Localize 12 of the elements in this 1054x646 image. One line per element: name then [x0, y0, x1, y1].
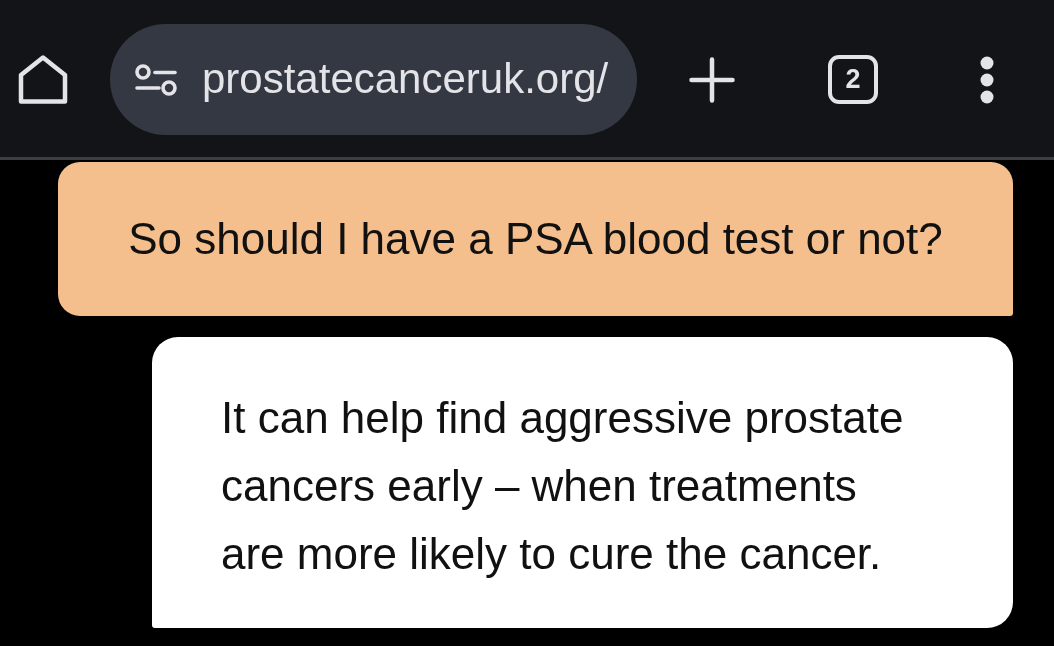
- new-tab-button[interactable]: [689, 56, 735, 103]
- address-field[interactable]: prostatecanceruk.org/: [110, 24, 637, 135]
- home-icon: [18, 55, 68, 104]
- tune-icon: [135, 63, 177, 96]
- message-text: It can help find aggressive prostate cancers early – when treatments are more likely to cure the cancer.: [221, 392, 904, 580]
- url-text: prostatecanceruk.org/: [202, 54, 609, 105]
- message-text: So should I have a PSA blood test or not?: [128, 213, 943, 265]
- more-options-icon: [980, 55, 994, 104]
- tab-switcher-button[interactable]: 2: [828, 55, 878, 104]
- plus-icon: [689, 56, 735, 103]
- home-button[interactable]: [18, 55, 68, 104]
- menu-button[interactable]: [980, 55, 994, 104]
